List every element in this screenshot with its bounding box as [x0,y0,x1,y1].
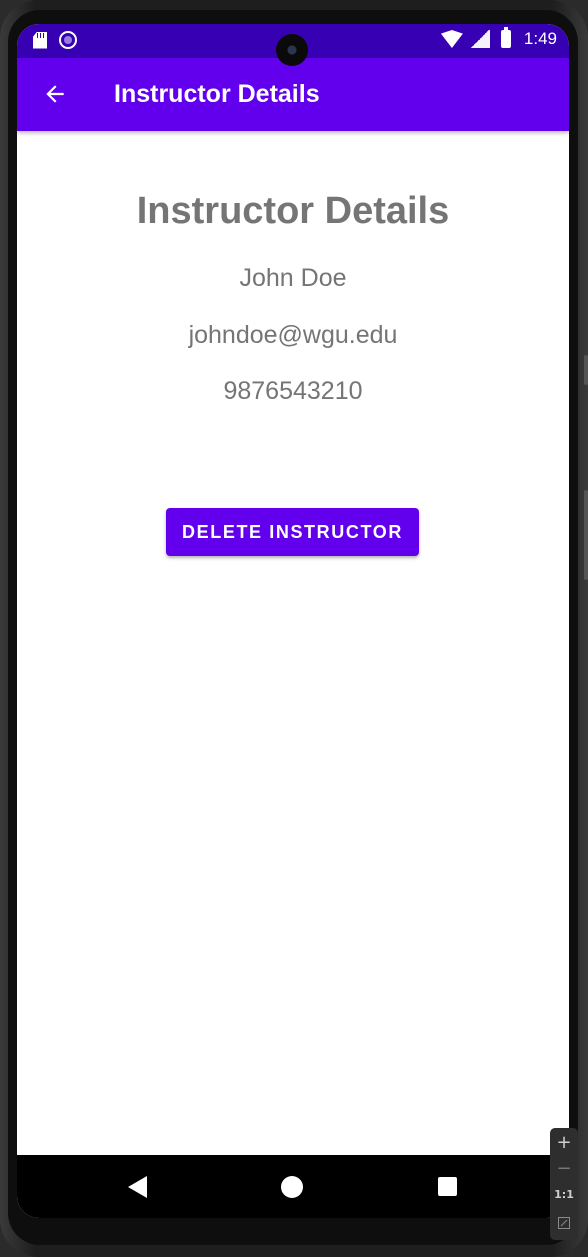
wifi-icon [440,30,463,48]
nav-back-icon[interactable] [128,1176,147,1198]
actual-size-button[interactable]: 1:1 [550,1188,578,1201]
battery-icon [500,27,511,48]
device-side-button [584,355,588,385]
back-button[interactable] [31,70,79,118]
device-volume-button [584,490,588,580]
zoom-out-button[interactable]: − [550,1158,578,1179]
page-heading: Instructor Details [136,190,450,232]
nav-home-icon[interactable] [281,1176,303,1198]
nav-recents-icon[interactable] [438,1177,457,1196]
app-bar-title: Instructor Details [114,80,320,108]
emulator-zoom-panel: + − 1:1 [550,1128,578,1240]
zoom-in-button[interactable]: + [550,1132,578,1153]
signal-icon [469,30,490,48]
instructor-email: johndoe@wgu.edu [188,321,398,349]
device-frame: 1:49 Instructor Details Instructor Detai… [0,0,588,1257]
front-camera [276,34,308,66]
delete-instructor-button[interactable]: DELETE INSTRUCTOR [166,508,419,556]
system-navigation-bar [17,1155,569,1218]
resize-button[interactable] [550,1214,578,1233]
instructor-name: John Doe [239,264,347,292]
app-bar: Instructor Details [17,58,569,131]
resize-icon [558,1217,570,1229]
phone-screen: 1:49 Instructor Details Instructor Detai… [17,24,569,1218]
arrow-back-icon [46,85,64,103]
instructor-phone: 9876543210 [223,377,363,405]
status-time: 1:49 [523,29,557,48]
sd-card-icon [33,31,47,49]
media-circle-icon [59,31,77,49]
